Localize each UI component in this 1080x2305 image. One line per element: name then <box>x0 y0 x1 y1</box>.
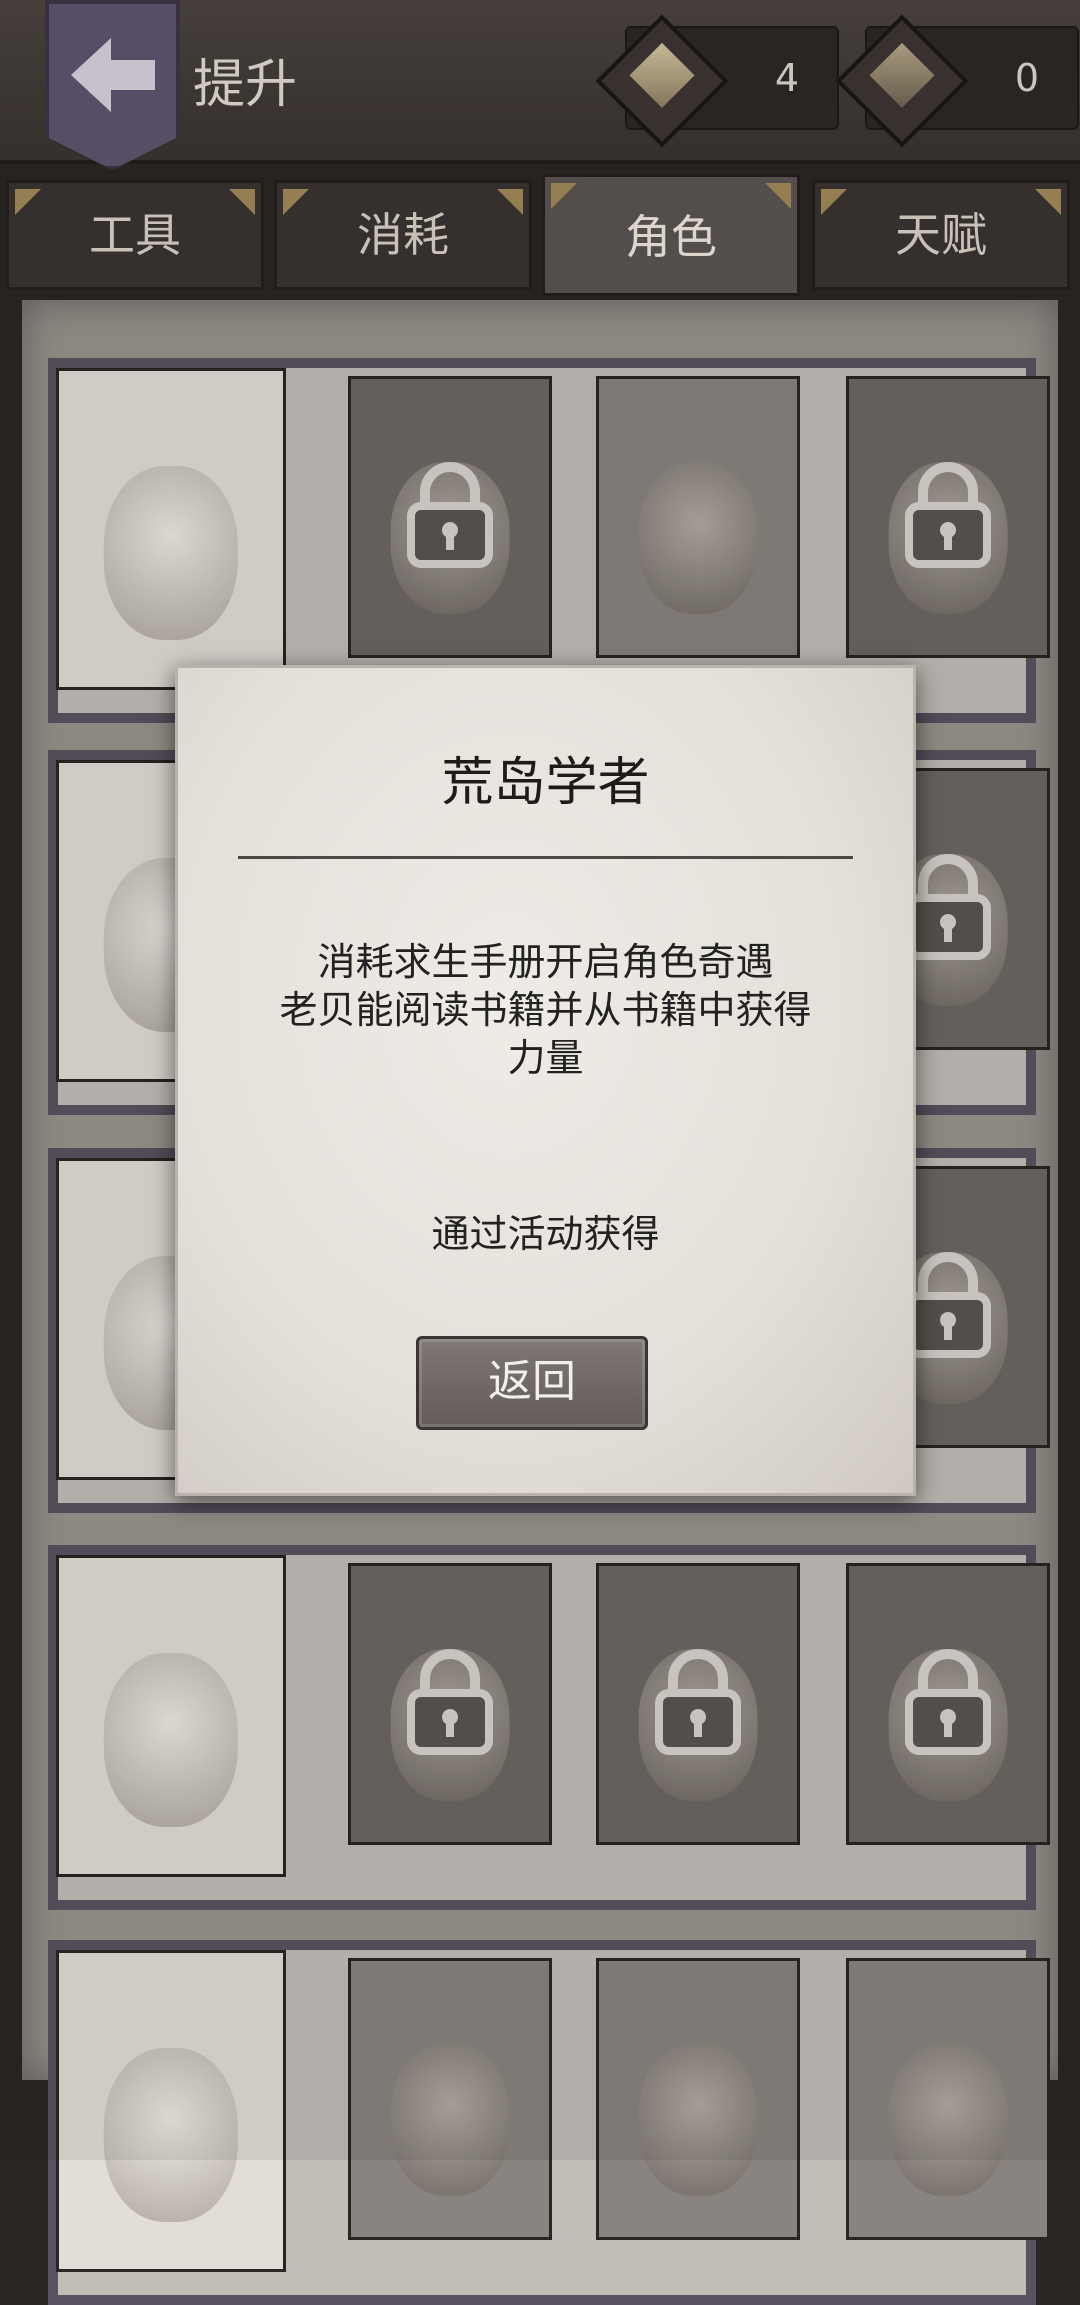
dialog-description: 消耗求生手册开启角色奇遇 老贝能阅读书籍并从书籍中获得 力量 <box>218 938 873 1082</box>
description-line: 消耗求生手册开启角色奇遇 <box>317 940 774 984</box>
dialog-title: 荒岛学者 <box>441 753 650 813</box>
description-line: 老贝能阅读书籍并从书籍中获得 <box>279 988 812 1032</box>
divider <box>238 856 853 859</box>
description-line: 力量 <box>507 1036 584 1080</box>
return-button[interactable]: 返回 <box>416 1336 648 1430</box>
character-info-dialog: 荒岛学者 消耗求生手册开启角色奇遇 老贝能阅读书籍并从书籍中获得 力量 通过活动… <box>175 665 916 1496</box>
unlock-source-text: 通过活动获得 <box>431 1212 660 1256</box>
